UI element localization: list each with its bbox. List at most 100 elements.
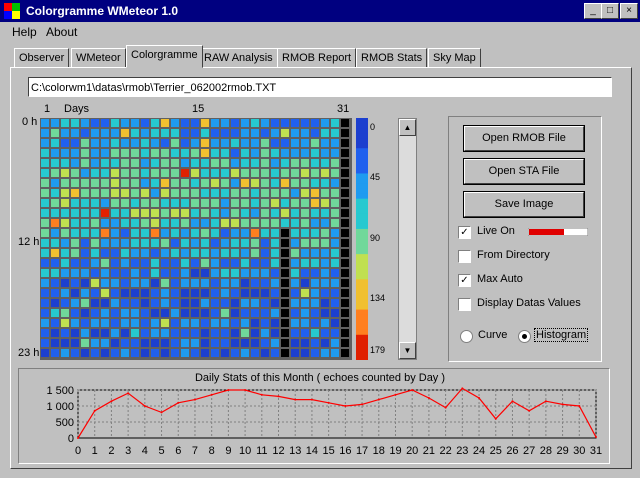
heatmap-cell	[251, 279, 259, 287]
file-path-field[interactable]: C:\colorwm1\datas\rmob\Terrier_062002rmo…	[28, 77, 612, 97]
heatmap-cell	[131, 139, 139, 147]
day-label-mid: 15	[192, 103, 205, 115]
heatmap-cell	[191, 209, 199, 217]
tab-raw-analysis[interactable]: RAW Analysis	[199, 48, 278, 67]
hour-label-mid: 12 h	[18, 236, 40, 248]
heatmap-cell	[161, 249, 169, 257]
heatmap-cell	[321, 329, 329, 337]
heatmap-cell	[281, 289, 289, 297]
from-directory-checkbox[interactable]	[458, 250, 471, 263]
heatmap-cell	[141, 299, 149, 307]
legend-swatch	[356, 254, 368, 260]
minimize-button[interactable]: _	[584, 3, 602, 19]
heatmap-cell	[121, 129, 129, 137]
heatmap-cell	[71, 189, 79, 197]
open-sta-file-button[interactable]: Open STA File	[463, 158, 585, 185]
legend-swatch	[356, 223, 368, 230]
heatmap-cell	[201, 209, 209, 217]
open-rmob-file-button[interactable]: Open RMOB File	[463, 125, 585, 152]
heatmap-cell	[221, 249, 229, 257]
tab-rmob-stats[interactable]: RMOB Stats	[356, 48, 428, 67]
heatmap-cell	[291, 339, 299, 347]
heatmap-cell	[101, 149, 109, 157]
heatmap-cell	[71, 249, 79, 257]
check-icon: ✓	[460, 275, 469, 286]
live-on-checkbox[interactable]: ✓	[458, 226, 471, 239]
chart-data-point	[394, 393, 397, 396]
heatmap-cell	[41, 179, 49, 187]
menu-about[interactable]: About	[46, 25, 77, 39]
heatmap-cell	[161, 339, 169, 347]
tab-wmeteor[interactable]: WMeteor	[71, 48, 126, 67]
histogram-radio[interactable]	[518, 330, 531, 343]
heatmap-cell	[221, 259, 229, 267]
menu-help[interactable]: Help	[12, 25, 37, 39]
heatmap-cell	[171, 349, 179, 357]
close-button[interactable]: ×	[620, 3, 638, 19]
heatmap-cell	[101, 339, 109, 347]
heatmap-cell	[161, 119, 169, 127]
heatmap-cell	[111, 209, 119, 217]
heatmap-cell	[191, 299, 199, 307]
scroll-down-icon[interactable]: ▼	[399, 342, 416, 359]
heatmap-cell	[321, 249, 329, 257]
heatmap-cell	[201, 329, 209, 337]
heatmap-cell	[121, 229, 129, 237]
heatmap-cell	[61, 149, 69, 157]
heatmap-cell	[201, 159, 209, 167]
chart-data-point	[444, 406, 447, 409]
heatmap-cell	[71, 229, 79, 237]
scroll-up-icon[interactable]: ▲	[399, 119, 416, 136]
heatmap-cell	[331, 189, 339, 197]
heatmap-cell	[321, 339, 329, 347]
legend-swatch	[356, 158, 368, 164]
heatmap-cell	[141, 129, 149, 137]
heatmap-cell	[151, 339, 159, 347]
heatmap-cell	[241, 169, 249, 177]
heatmap-cell	[111, 349, 119, 357]
tab-rmob-report[interactable]: RMOB Report	[277, 48, 357, 67]
heatmap-cell	[271, 219, 279, 227]
heatmap-cell	[201, 199, 209, 207]
heatmap-cell	[131, 169, 139, 177]
heatmap-cell	[101, 349, 109, 357]
heatmap-cell	[121, 179, 129, 187]
heatmap-cell	[231, 179, 239, 187]
heatmap-cell	[321, 119, 329, 127]
heatmap-cell	[111, 249, 119, 257]
maximize-button[interactable]: □	[601, 3, 619, 19]
tab-sky-map[interactable]: Sky Map	[428, 48, 481, 67]
max-auto-checkbox[interactable]: ✓	[458, 274, 471, 287]
heatmap-cell	[211, 269, 219, 277]
curve-radio[interactable]	[460, 330, 473, 343]
heatmap-cell	[201, 319, 209, 327]
heatmap-cell	[171, 149, 179, 157]
heatmap-cell	[91, 289, 99, 297]
heatmap-cell	[291, 179, 299, 187]
chart-data-point	[427, 397, 430, 399]
heatmap-cell	[141, 189, 149, 197]
heatmap-cell	[171, 259, 179, 267]
heatmap-cell	[61, 309, 69, 317]
heatmap-cell	[331, 229, 339, 237]
save-image-button[interactable]: Save Image	[463, 191, 585, 218]
tab-observer[interactable]: Observer	[14, 48, 70, 67]
chart-x-tick-label: 7	[192, 445, 198, 457]
display-datas-values-checkbox[interactable]	[458, 298, 471, 311]
tab-colorgramme[interactable]: Colorgramme	[126, 45, 203, 68]
heatmap-cell	[101, 179, 109, 187]
heatmap-cell	[291, 329, 299, 337]
heatmap-cell	[231, 309, 239, 317]
title-bar[interactable]: Colorgramme WMeteor 1.0 _ □ ×	[0, 0, 640, 22]
heatmap-cell	[41, 309, 49, 317]
legend-swatch	[356, 324, 368, 331]
heatmap-cell	[61, 339, 69, 347]
heatmap-cell	[61, 269, 69, 277]
heatmap-cell	[271, 269, 279, 277]
chart-data-point	[160, 411, 163, 414]
heatmap-cell	[111, 329, 119, 337]
heatmap-cell	[161, 309, 169, 317]
heatmap-cell	[41, 229, 49, 237]
vertical-scrollbar[interactable]: ▲ ▼	[398, 118, 417, 360]
heatmap-cell	[241, 159, 249, 167]
